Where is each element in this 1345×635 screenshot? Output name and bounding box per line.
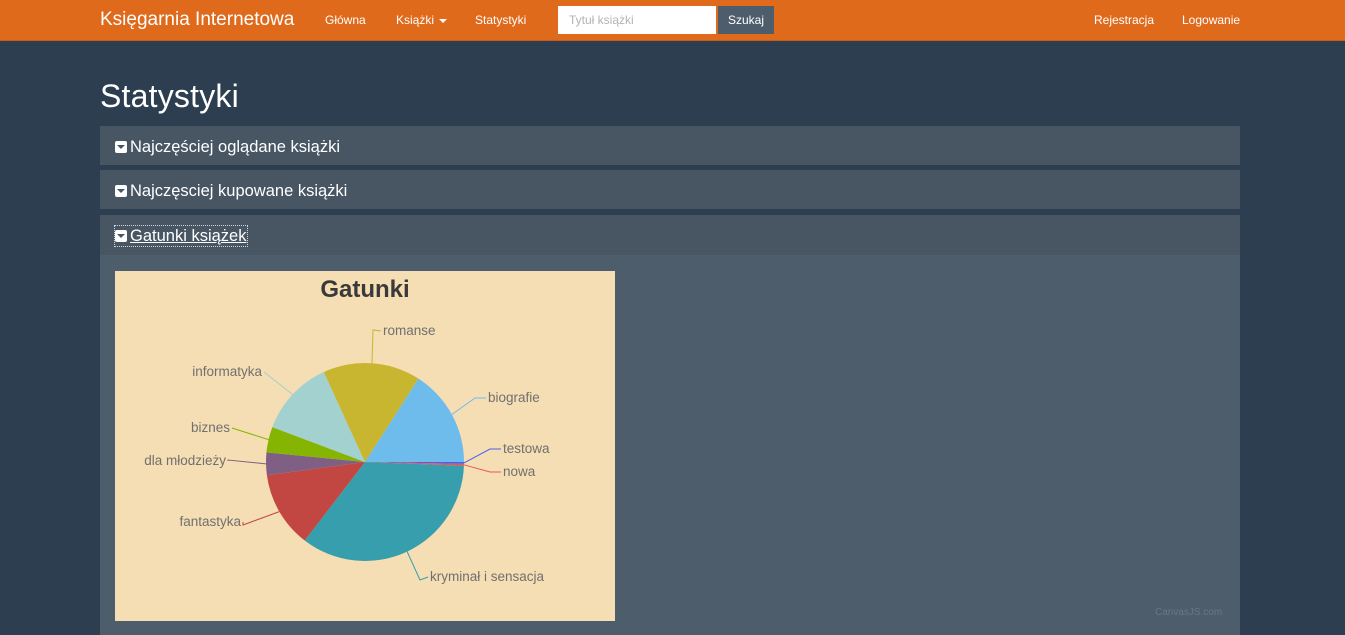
search-input[interactable] <box>558 6 716 34</box>
pie-leader-line <box>451 397 486 415</box>
pie-slice-label: testowa <box>503 441 550 456</box>
search-button[interactable]: Szukaj <box>718 6 774 34</box>
pie-slice-label: biografie <box>488 390 540 405</box>
chart-credits[interactable]: CanvasJS.com <box>1155 607 1222 618</box>
panel-title-label: Gatunki książek <box>130 227 247 245</box>
pie-leader-line <box>463 464 501 473</box>
panel-heading-genres <box>100 215 1240 255</box>
panel-title-label: Najczęściej oglądane książki <box>130 138 341 156</box>
chart-title: Gatunki <box>320 276 409 303</box>
login-link[interactable]: Logowanie <box>1182 0 1240 40</box>
pie-slice-label: fantastyka <box>179 514 241 529</box>
collapse-toggle-icon <box>115 141 127 153</box>
nav-home-link[interactable]: Główna <box>325 0 366 40</box>
collapse-toggle-icon <box>115 185 127 197</box>
pie-slice-label: nowa <box>503 464 536 479</box>
pie-leader-line <box>263 371 293 395</box>
brand-link[interactable]: Księgarnia Internetowa <box>100 0 294 40</box>
pie-slice-label: dla młodzieży <box>144 453 226 468</box>
pie-leader-line <box>242 511 280 526</box>
pie-slice-label: kryminał i sensacja <box>430 569 545 584</box>
pie-leader-line <box>406 551 429 581</box>
panel-title-label: Najczęsciej kupowane książki <box>130 182 348 200</box>
pie-leader-line <box>231 427 269 441</box>
genres-pie-chart: Gatunki testowa nowa kryminał i sensacja fa… <box>115 271 615 621</box>
pie-slice-label: informatyka <box>192 364 262 379</box>
top-navbar: Księgarnia Internetowa Główna Książki St… <box>0 0 1345 41</box>
nav-stats-link[interactable]: Statystyki <box>475 0 526 40</box>
register-link[interactable]: Rejestracja <box>1094 0 1154 40</box>
page-title: Statystyki <box>100 78 239 114</box>
nav-books-dropdown[interactable]: Książki <box>396 0 448 40</box>
pie-leader-line <box>227 459 267 465</box>
panel-toggle-genres[interactable]: Gatunki książek <box>114 225 249 247</box>
nav-books-label: Książki <box>396 13 435 27</box>
pie-chart-svg: Gatunki testowa nowa kryminał i sensacja fa… <box>144 276 550 584</box>
panel-toggle-most-bought[interactable]: Najczęsciej kupowane książki <box>115 181 347 201</box>
collapse-toggle-icon <box>115 230 127 242</box>
pie-leader-line <box>463 448 501 464</box>
pie-leader-line <box>371 329 382 364</box>
pie-slice-label: romanse <box>383 323 436 338</box>
pie-slice-label: biznes <box>191 420 230 435</box>
caret-down-icon <box>439 18 448 23</box>
panel-toggle-most-viewed[interactable]: Najczęściej oglądane książki <box>115 137 340 157</box>
